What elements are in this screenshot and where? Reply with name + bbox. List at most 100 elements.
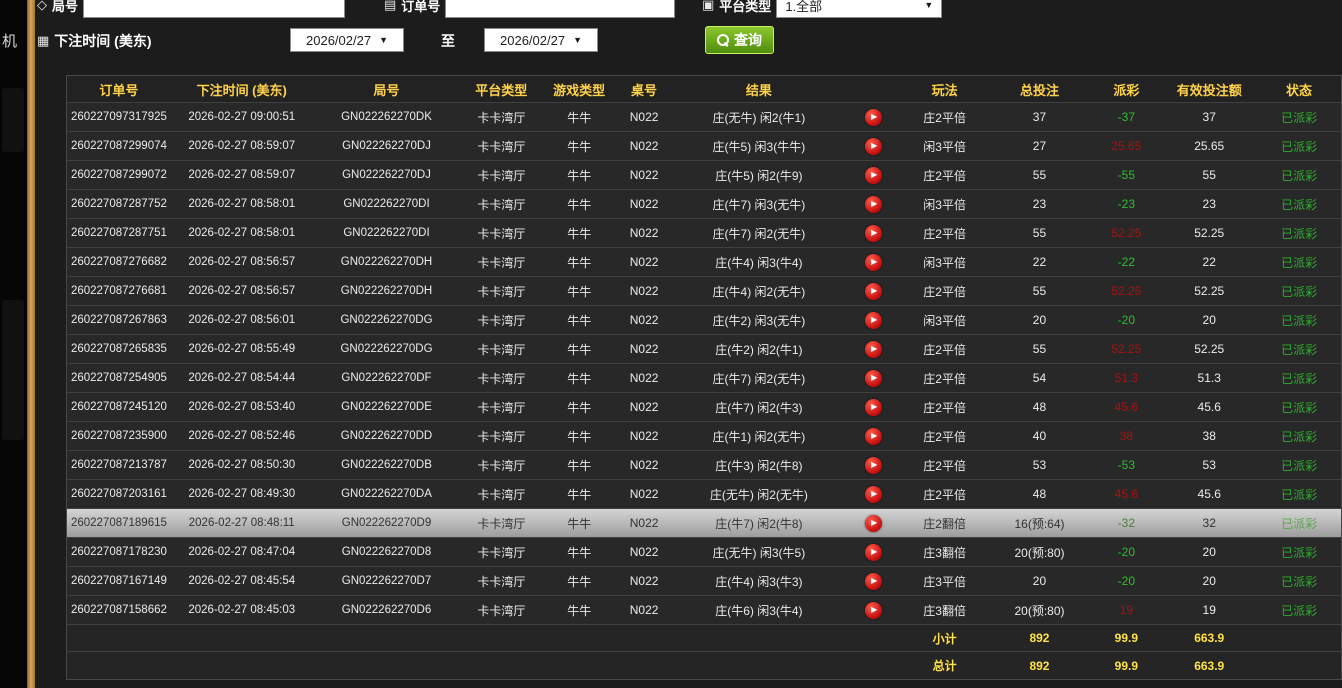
table-row[interactable]: 260227087299074 2026-02-27 08:59:07 GN02… — [67, 132, 1341, 161]
cell-payout: -22 — [1091, 248, 1161, 276]
cell-order: 260227087167149 — [67, 567, 171, 595]
replay-button[interactable]: ▶ — [865, 544, 882, 561]
cell-payout: 52.25 — [1091, 335, 1161, 363]
query-button-label: 查询 — [734, 30, 762, 50]
cell-result: 庄(牛4) 闲3(牛4) ▶ — [672, 248, 902, 276]
table-row[interactable]: 260227087178230 2026-02-27 08:47:04 GN02… — [67, 538, 1341, 567]
table-row[interactable]: 260227087213787 2026-02-27 08:50:30 GN02… — [67, 451, 1341, 480]
cell-time: 2026-02-27 09:00:51 — [171, 103, 313, 131]
table-row[interactable]: 260227087276682 2026-02-27 08:56:57 GN02… — [67, 248, 1341, 277]
replay-button-wrap: ▶ — [846, 544, 902, 561]
cell-order: 260227087287752 — [67, 190, 171, 218]
cell-round: GN022262270DK — [313, 103, 461, 131]
result-text: 庄(牛1) 闲2(无牛) — [672, 428, 846, 445]
cell-time: 2026-02-27 08:58:01 — [171, 190, 313, 218]
cell-platform: 卡卡湾厅 — [460, 480, 542, 508]
replay-button[interactable]: ▶ — [865, 457, 882, 474]
cell-bet: 20 — [988, 306, 1092, 334]
replay-button[interactable]: ▶ — [865, 399, 882, 416]
replay-button[interactable]: ▶ — [865, 515, 882, 532]
replay-button[interactable]: ▶ — [865, 109, 882, 126]
replay-button[interactable]: ▶ — [865, 341, 882, 358]
total-status-empty — [1257, 652, 1341, 679]
round-input[interactable] — [83, 0, 345, 18]
cell-game: 牛牛 — [542, 103, 616, 131]
sliver-text: 机 — [2, 30, 17, 51]
replay-button[interactable]: ▶ — [865, 225, 882, 242]
cell-game: 牛牛 — [542, 364, 616, 392]
cell-bet: 27 — [988, 132, 1092, 160]
chevron-down-icon: ▼ — [573, 35, 582, 45]
table-row[interactable]: 260227087245120 2026-02-27 08:53:40 GN02… — [67, 393, 1341, 422]
platform-select[interactable]: 1.全部 ▼ — [776, 0, 942, 18]
cell-status: 已派彩 — [1257, 277, 1341, 305]
date-to-select[interactable]: 2026/02/27 ▼ — [484, 28, 598, 52]
cell-play: 闲3平倍 — [902, 132, 988, 160]
cell-play: 庄2平倍 — [902, 161, 988, 189]
replay-button[interactable]: ▶ — [865, 370, 882, 387]
date-from-select[interactable]: 2026/02/27 ▼ — [290, 28, 404, 52]
round-label: 局号 — [52, 0, 78, 15]
cell-table: N022 — [616, 451, 672, 479]
table-row[interactable]: 260227097317925 2026-02-27 09:00:51 GN02… — [67, 103, 1341, 132]
cell-bet: 40 — [988, 422, 1092, 450]
replay-button[interactable]: ▶ — [865, 283, 882, 300]
query-button[interactable]: 查询 — [705, 26, 774, 54]
total-valid: 663.9 — [1161, 652, 1257, 679]
cell-payout: -37 — [1091, 103, 1161, 131]
cell-time: 2026-02-27 08:59:07 — [171, 132, 313, 160]
cell-order: 260227087265835 — [67, 335, 171, 363]
table-row[interactable]: 260227087203161 2026-02-27 08:49:30 GN02… — [67, 480, 1341, 509]
table-row[interactable]: 260227087265835 2026-02-27 08:55:49 GN02… — [67, 335, 1341, 364]
cell-valid: 52.25 — [1161, 277, 1257, 305]
table-row[interactable]: 260227087276681 2026-02-27 08:56:57 GN02… — [67, 277, 1341, 306]
replay-button[interactable]: ▶ — [865, 602, 882, 619]
cell-result: 庄(牛4) 闲3(牛3) ▶ — [672, 567, 902, 595]
cell-time: 2026-02-27 08:53:40 — [171, 393, 313, 421]
order-input[interactable] — [445, 0, 675, 18]
table-row[interactable]: 260227087299072 2026-02-27 08:59:07 GN02… — [67, 161, 1341, 190]
cell-table: N022 — [616, 248, 672, 276]
cell-round: GN022262270DH — [313, 277, 461, 305]
replay-button[interactable]: ▶ — [865, 196, 882, 213]
bet-time-filter-label: ▦ 下注时间 (美东) — [37, 31, 152, 51]
table-row[interactable]: 260227087287751 2026-02-27 08:58:01 GN02… — [67, 219, 1341, 248]
cell-round: GN022262270DD — [313, 422, 461, 450]
play-icon: ▶ — [871, 229, 877, 237]
replay-button[interactable]: ▶ — [865, 254, 882, 271]
cell-status: 已派彩 — [1257, 103, 1341, 131]
order-label: 订单号 — [401, 0, 440, 15]
replay-button-wrap: ▶ — [846, 573, 902, 590]
replay-button[interactable]: ▶ — [865, 486, 882, 503]
table-row[interactable]: 260227087287752 2026-02-27 08:58:01 GN02… — [67, 190, 1341, 219]
table-row[interactable]: 260227087189615 2026-02-27 08:48:11 GN02… — [67, 509, 1341, 538]
total-spacer — [67, 652, 902, 679]
table-row[interactable]: 260227087167149 2026-02-27 08:45:54 GN02… — [67, 567, 1341, 596]
table-row[interactable]: 260227087254905 2026-02-27 08:54:44 GN02… — [67, 364, 1341, 393]
cell-time: 2026-02-27 08:45:03 — [171, 596, 313, 624]
date-to-group: 2026/02/27 ▼ — [484, 28, 598, 52]
replay-button[interactable]: ▶ — [865, 428, 882, 445]
table-row[interactable]: 260227087158662 2026-02-27 08:45:03 GN02… — [67, 596, 1341, 625]
cell-valid: 32 — [1161, 509, 1257, 537]
result-text: 庄(牛7) 闲2(无牛) — [672, 225, 846, 242]
cell-time: 2026-02-27 08:54:44 — [171, 364, 313, 392]
chevron-down-icon: ▼ — [379, 35, 388, 45]
replay-button-wrap: ▶ — [846, 196, 902, 213]
cell-platform: 卡卡湾厅 — [460, 219, 542, 247]
replay-button[interactable]: ▶ — [865, 573, 882, 590]
replay-button[interactable]: ▶ — [865, 312, 882, 329]
header-platform: 平台类型 — [460, 76, 542, 102]
cell-status: 已派彩 — [1257, 219, 1341, 247]
platform-label: 平台类型 — [719, 0, 771, 15]
cell-valid: 20 — [1161, 306, 1257, 334]
cell-valid: 20 — [1161, 538, 1257, 566]
cell-payout: -20 — [1091, 306, 1161, 334]
replay-button[interactable]: ▶ — [865, 138, 882, 155]
replay-button[interactable]: ▶ — [865, 167, 882, 184]
header-table: 桌号 — [616, 76, 672, 102]
table-row[interactable]: 260227087267863 2026-02-27 08:56:01 GN02… — [67, 306, 1341, 335]
cell-payout: -32 — [1091, 509, 1161, 537]
table-row[interactable]: 260227087235900 2026-02-27 08:52:46 GN02… — [67, 422, 1341, 451]
cell-result: 庄(牛7) 闲2(牛8) ▶ — [672, 509, 902, 537]
